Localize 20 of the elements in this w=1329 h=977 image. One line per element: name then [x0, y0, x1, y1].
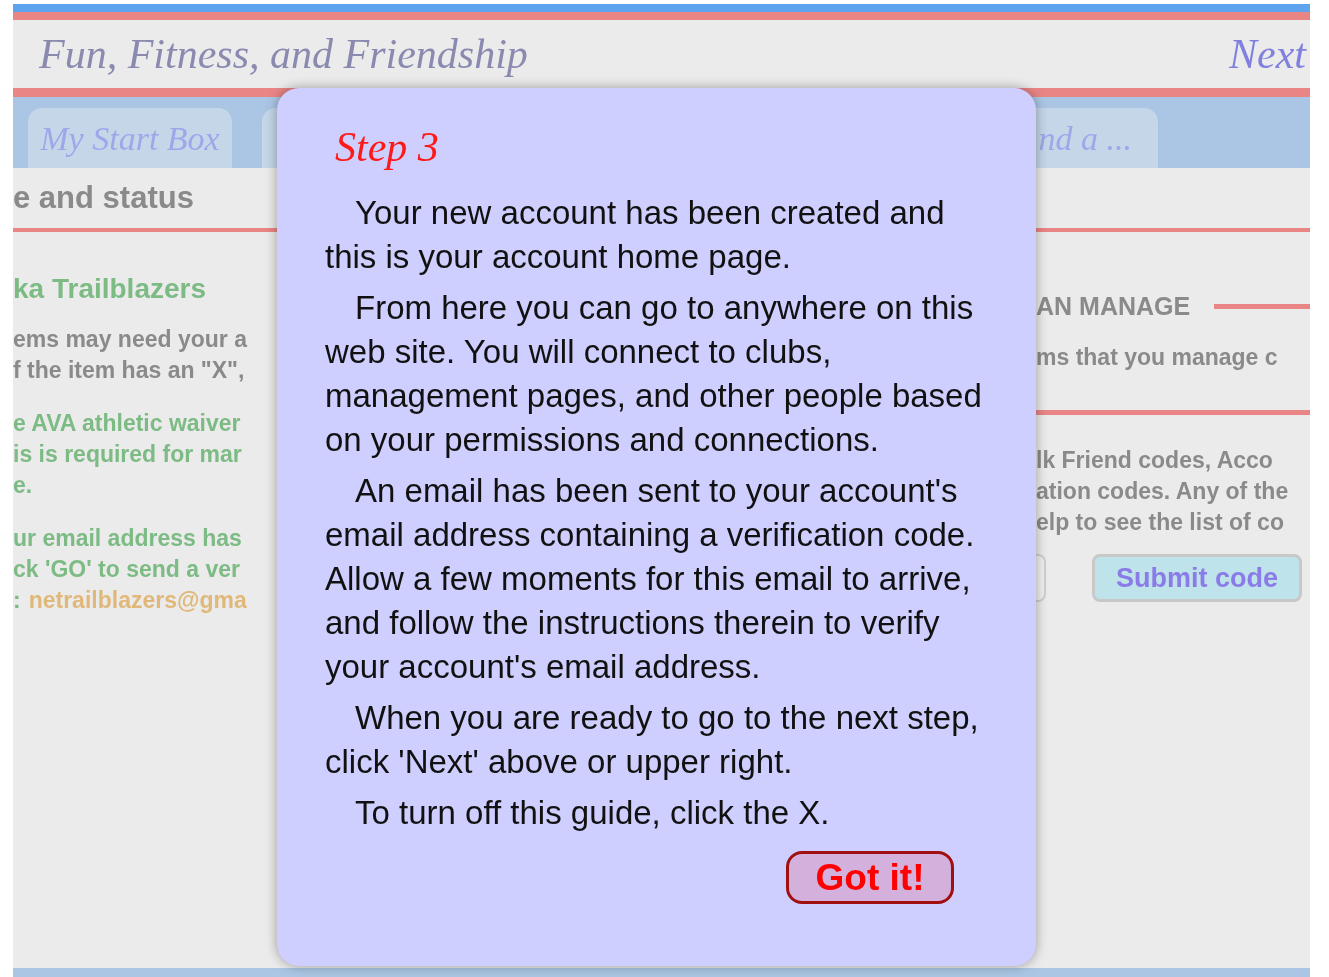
next-link[interactable]: Next: [1229, 22, 1306, 86]
label-text: :: [13, 586, 21, 615]
section-heading: e and status: [13, 179, 195, 217]
got-it-button[interactable]: Got it!: [786, 851, 954, 904]
manage-description: ms that you manage c: [1036, 342, 1279, 372]
guide-paragraph: To turn off this guide, click the X.: [354, 793, 831, 833]
section-heading: AN MANAGE: [1036, 291, 1191, 322]
guide-paragraph: Your new account has been created and this is your account home page.: [325, 193, 946, 277]
club-name: ka Trailblazers: [13, 272, 207, 306]
guide-paragraph: When you are ready to go to the next step, click 'Next' above or upper right.: [325, 698, 980, 782]
status-note: ems may need your a f the item has an "X",: [13, 325, 249, 385]
email-link[interactable]: netrailblazers@gma: [28, 585, 247, 616]
site-title: Fun, Fitness, and Friendship: [39, 29, 528, 79]
submit-code-button[interactable]: Submit code: [1092, 554, 1302, 602]
status-note: ur email address has ck 'GO' to send a ver: [13, 524, 243, 584]
guide-paragraph: An email has been sent to your account's email address containing a verification code. Allow a few moments for this email to arrive, and follow the instructions therein to verify your account's email address.: [325, 471, 976, 687]
step-title: Step 3: [335, 123, 440, 172]
codes-description: lk Friend codes, Acco ation codes. Any of the elp to see the list of co: [1036, 446, 1290, 537]
guide-paragraph: From here you can go to anywhere on this web site. You will connect to clubs, management pages, and other people based on your permissions and connections.: [325, 288, 983, 460]
status-note: e AVA athletic waiver is is required for mar e.: [13, 409, 243, 500]
